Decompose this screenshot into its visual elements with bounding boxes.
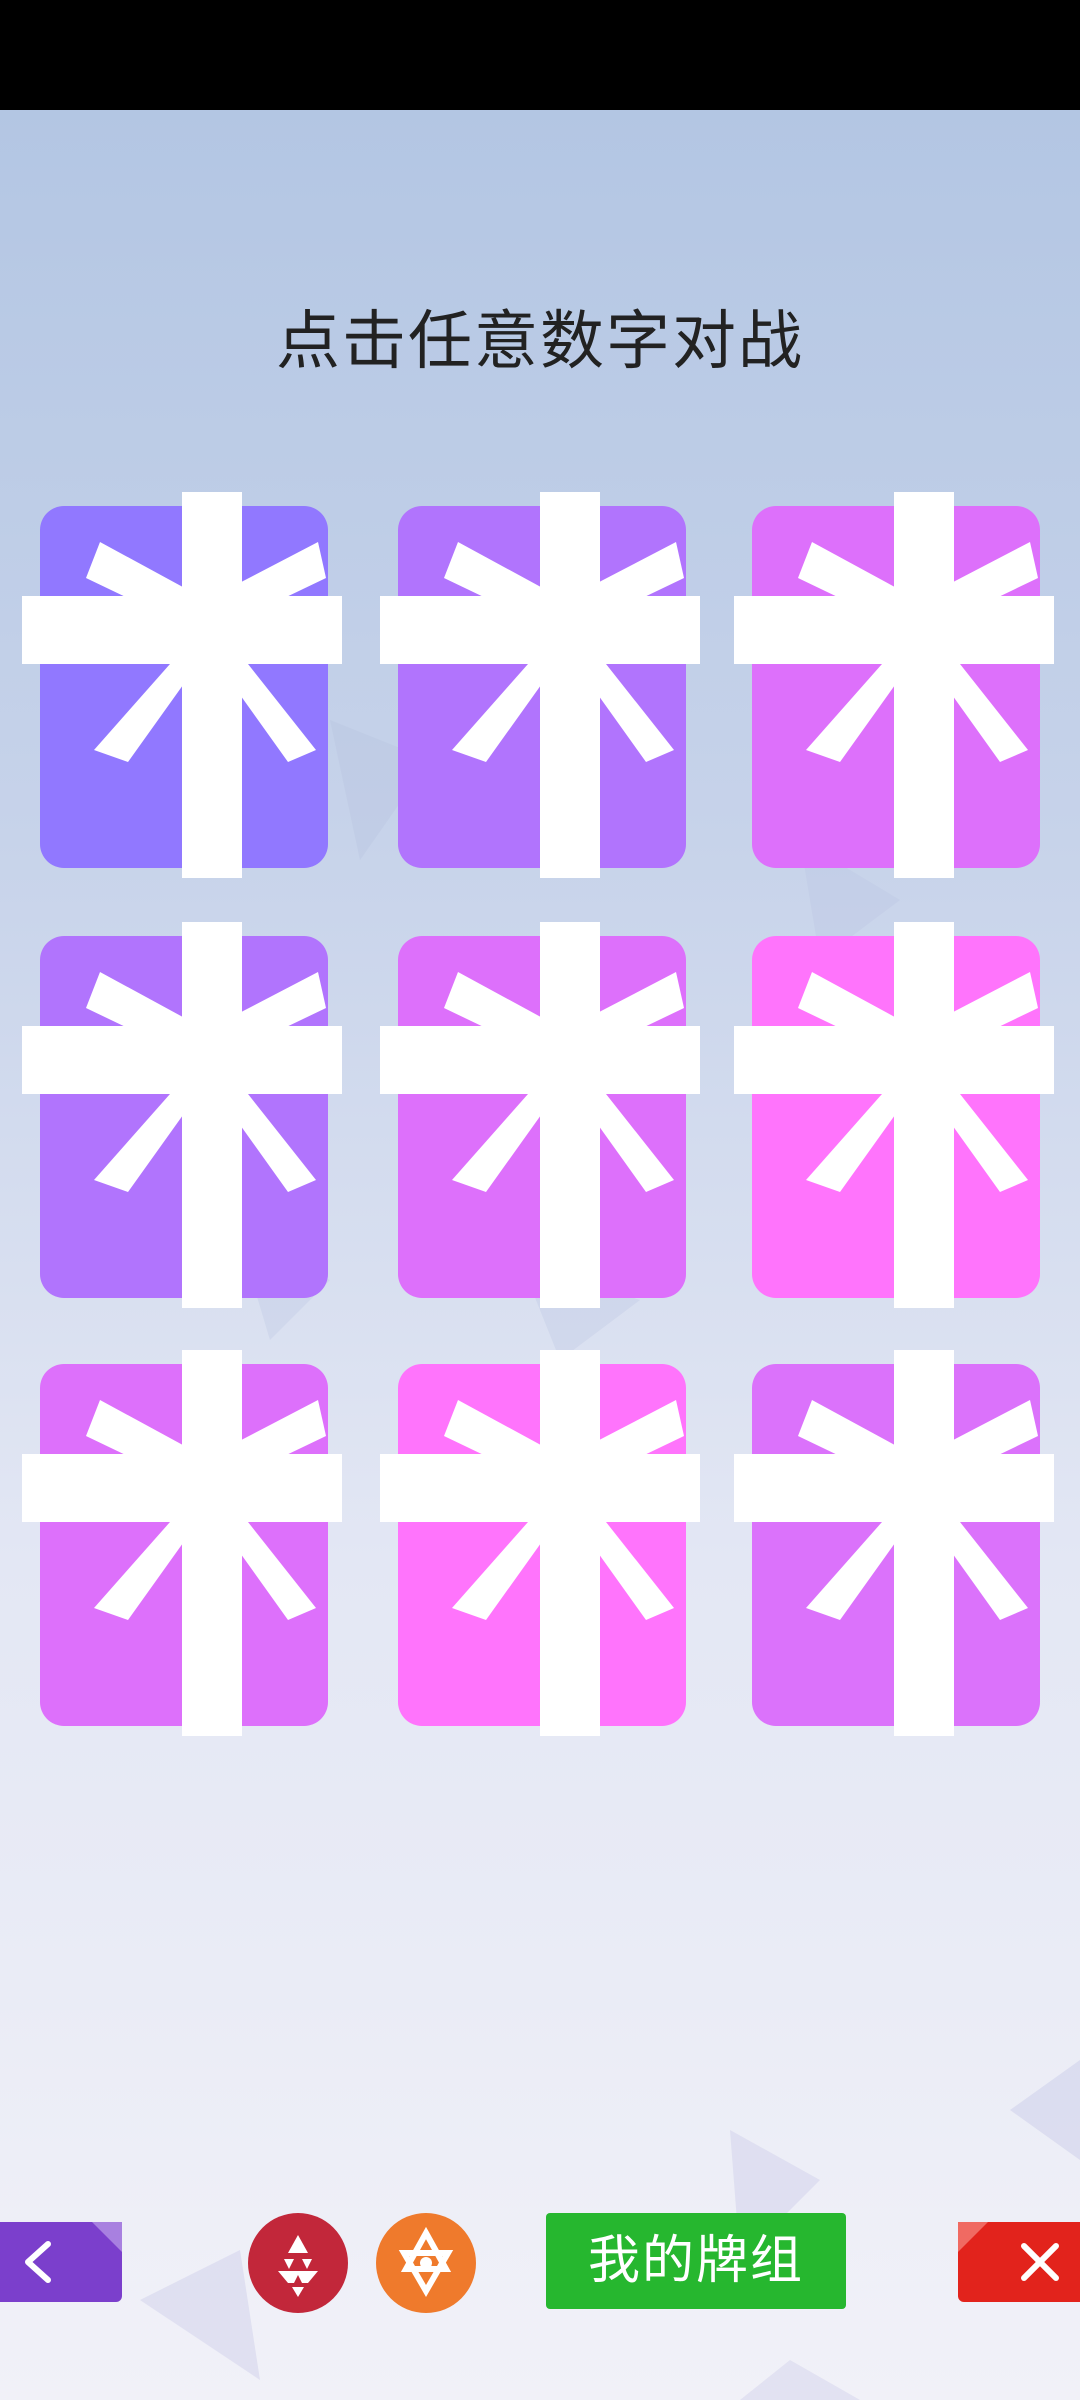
gift-box[interactable] xyxy=(734,1350,1054,1740)
gift-icon xyxy=(22,492,342,878)
corner-fold xyxy=(958,2222,988,2252)
red-emblem-button[interactable] xyxy=(248,2213,348,2313)
gift-icon xyxy=(380,1350,700,1736)
game-screen: 点击任意数字对战 我的牌组 xyxy=(0,0,1080,2400)
gift-icon xyxy=(734,1350,1054,1736)
gift-icon xyxy=(22,1350,342,1736)
gift-icon xyxy=(380,492,700,878)
back-button[interactable] xyxy=(0,2222,122,2302)
gift-icon xyxy=(734,922,1054,1308)
close-button[interactable] xyxy=(958,2222,1080,2302)
gift-box[interactable] xyxy=(380,492,700,882)
star-emblem-icon xyxy=(398,2226,454,2297)
gift-icon xyxy=(734,492,1054,878)
orange-emblem-button[interactable] xyxy=(376,2213,476,2313)
page-title: 点击任意数字对战 xyxy=(276,305,804,379)
gift-box[interactable] xyxy=(380,1350,700,1740)
corner-fold xyxy=(92,2222,122,2252)
triangle-emblem-icon xyxy=(278,2235,318,2297)
gift-box[interactable] xyxy=(380,922,700,1312)
gift-icon xyxy=(380,922,700,1308)
close-icon xyxy=(1021,2243,1059,2281)
gift-box[interactable] xyxy=(22,492,342,882)
chevron-left-icon xyxy=(25,2241,51,2283)
gift-icon xyxy=(22,922,342,1308)
my-deck-button[interactable]: 我的牌组 xyxy=(546,2213,846,2309)
gift-box[interactable] xyxy=(22,922,342,1312)
gift-box[interactable] xyxy=(734,492,1054,882)
gift-box[interactable] xyxy=(734,922,1054,1312)
gift-box[interactable] xyxy=(22,1350,342,1740)
